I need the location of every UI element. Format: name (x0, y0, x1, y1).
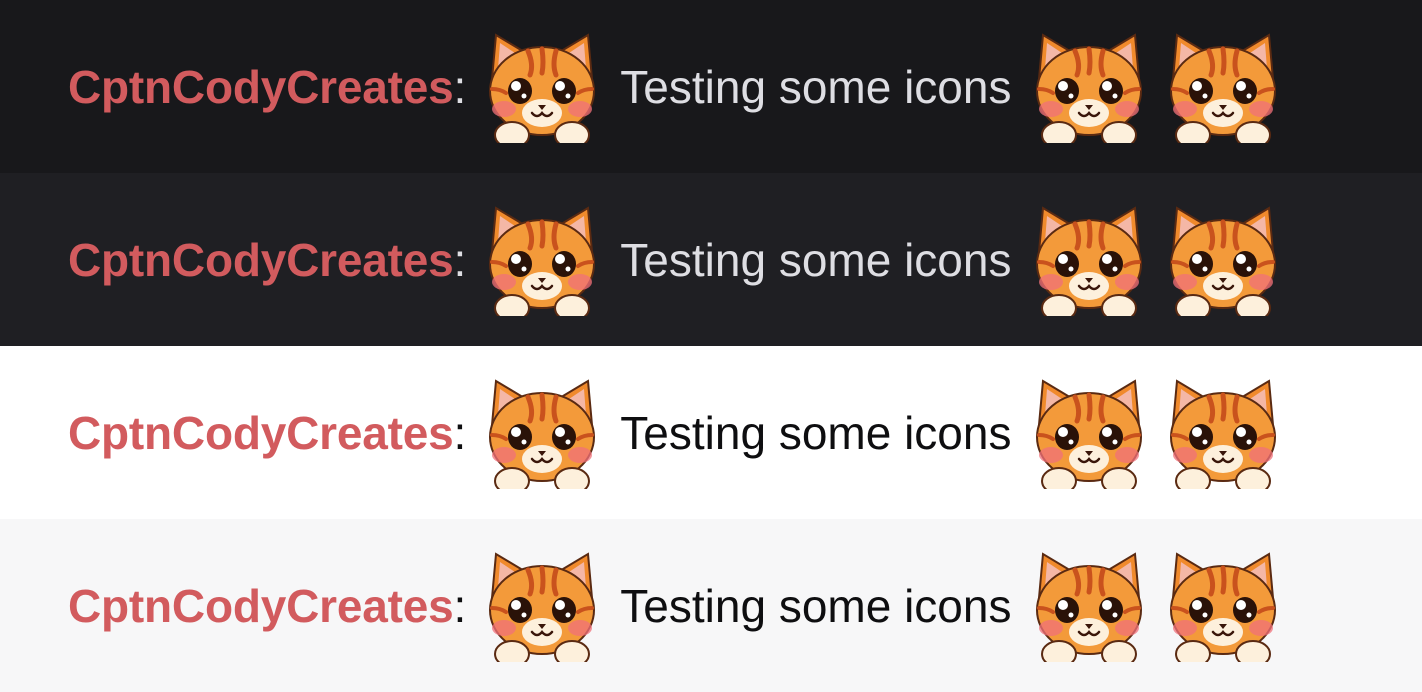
chat-username[interactable]: CptnCodyCreates (68, 237, 454, 283)
chat-message-text: Testing some icons (620, 579, 1012, 632)
chat-message-row: CptnCodyCreates : Testing some icons (0, 0, 1422, 173)
message-separator: : (453, 233, 467, 286)
cat-emote-icon[interactable] (1033, 31, 1145, 143)
cat-emote-icon[interactable] (1167, 377, 1279, 489)
message-separator: : (453, 406, 467, 459)
chat-username[interactable]: CptnCodyCreates (68, 410, 454, 456)
cat-emote-icon[interactable] (486, 377, 598, 489)
chat-message-row: CptnCodyCreates : Testing some icons (0, 346, 1422, 519)
cat-emote-icon[interactable] (486, 204, 598, 316)
cat-emote-icon[interactable] (1033, 377, 1145, 489)
cat-emote-icon[interactable] (1167, 31, 1279, 143)
chat-message-text: Testing some icons (620, 60, 1012, 113)
chat-message-row: CptnCodyCreates : Testing some icons (0, 173, 1422, 346)
chat-username[interactable]: CptnCodyCreates (68, 583, 454, 629)
message-separator: : (453, 60, 467, 113)
chat-message-list: CptnCodyCreates : Testing some icons Cpt… (0, 0, 1422, 692)
cat-emote-icon[interactable] (1033, 550, 1145, 662)
cat-emote-icon[interactable] (486, 550, 598, 662)
cat-emote-icon[interactable] (1033, 204, 1145, 316)
cat-emote-icon[interactable] (486, 31, 598, 143)
cat-emote-icon[interactable] (1167, 204, 1279, 316)
chat-message-row: CptnCodyCreates : Testing some icons (0, 519, 1422, 692)
chat-message-text: Testing some icons (620, 406, 1012, 459)
chat-username[interactable]: CptnCodyCreates (68, 64, 454, 110)
chat-message-text: Testing some icons (620, 233, 1012, 286)
cat-emote-icon[interactable] (1167, 550, 1279, 662)
message-separator: : (453, 579, 467, 632)
